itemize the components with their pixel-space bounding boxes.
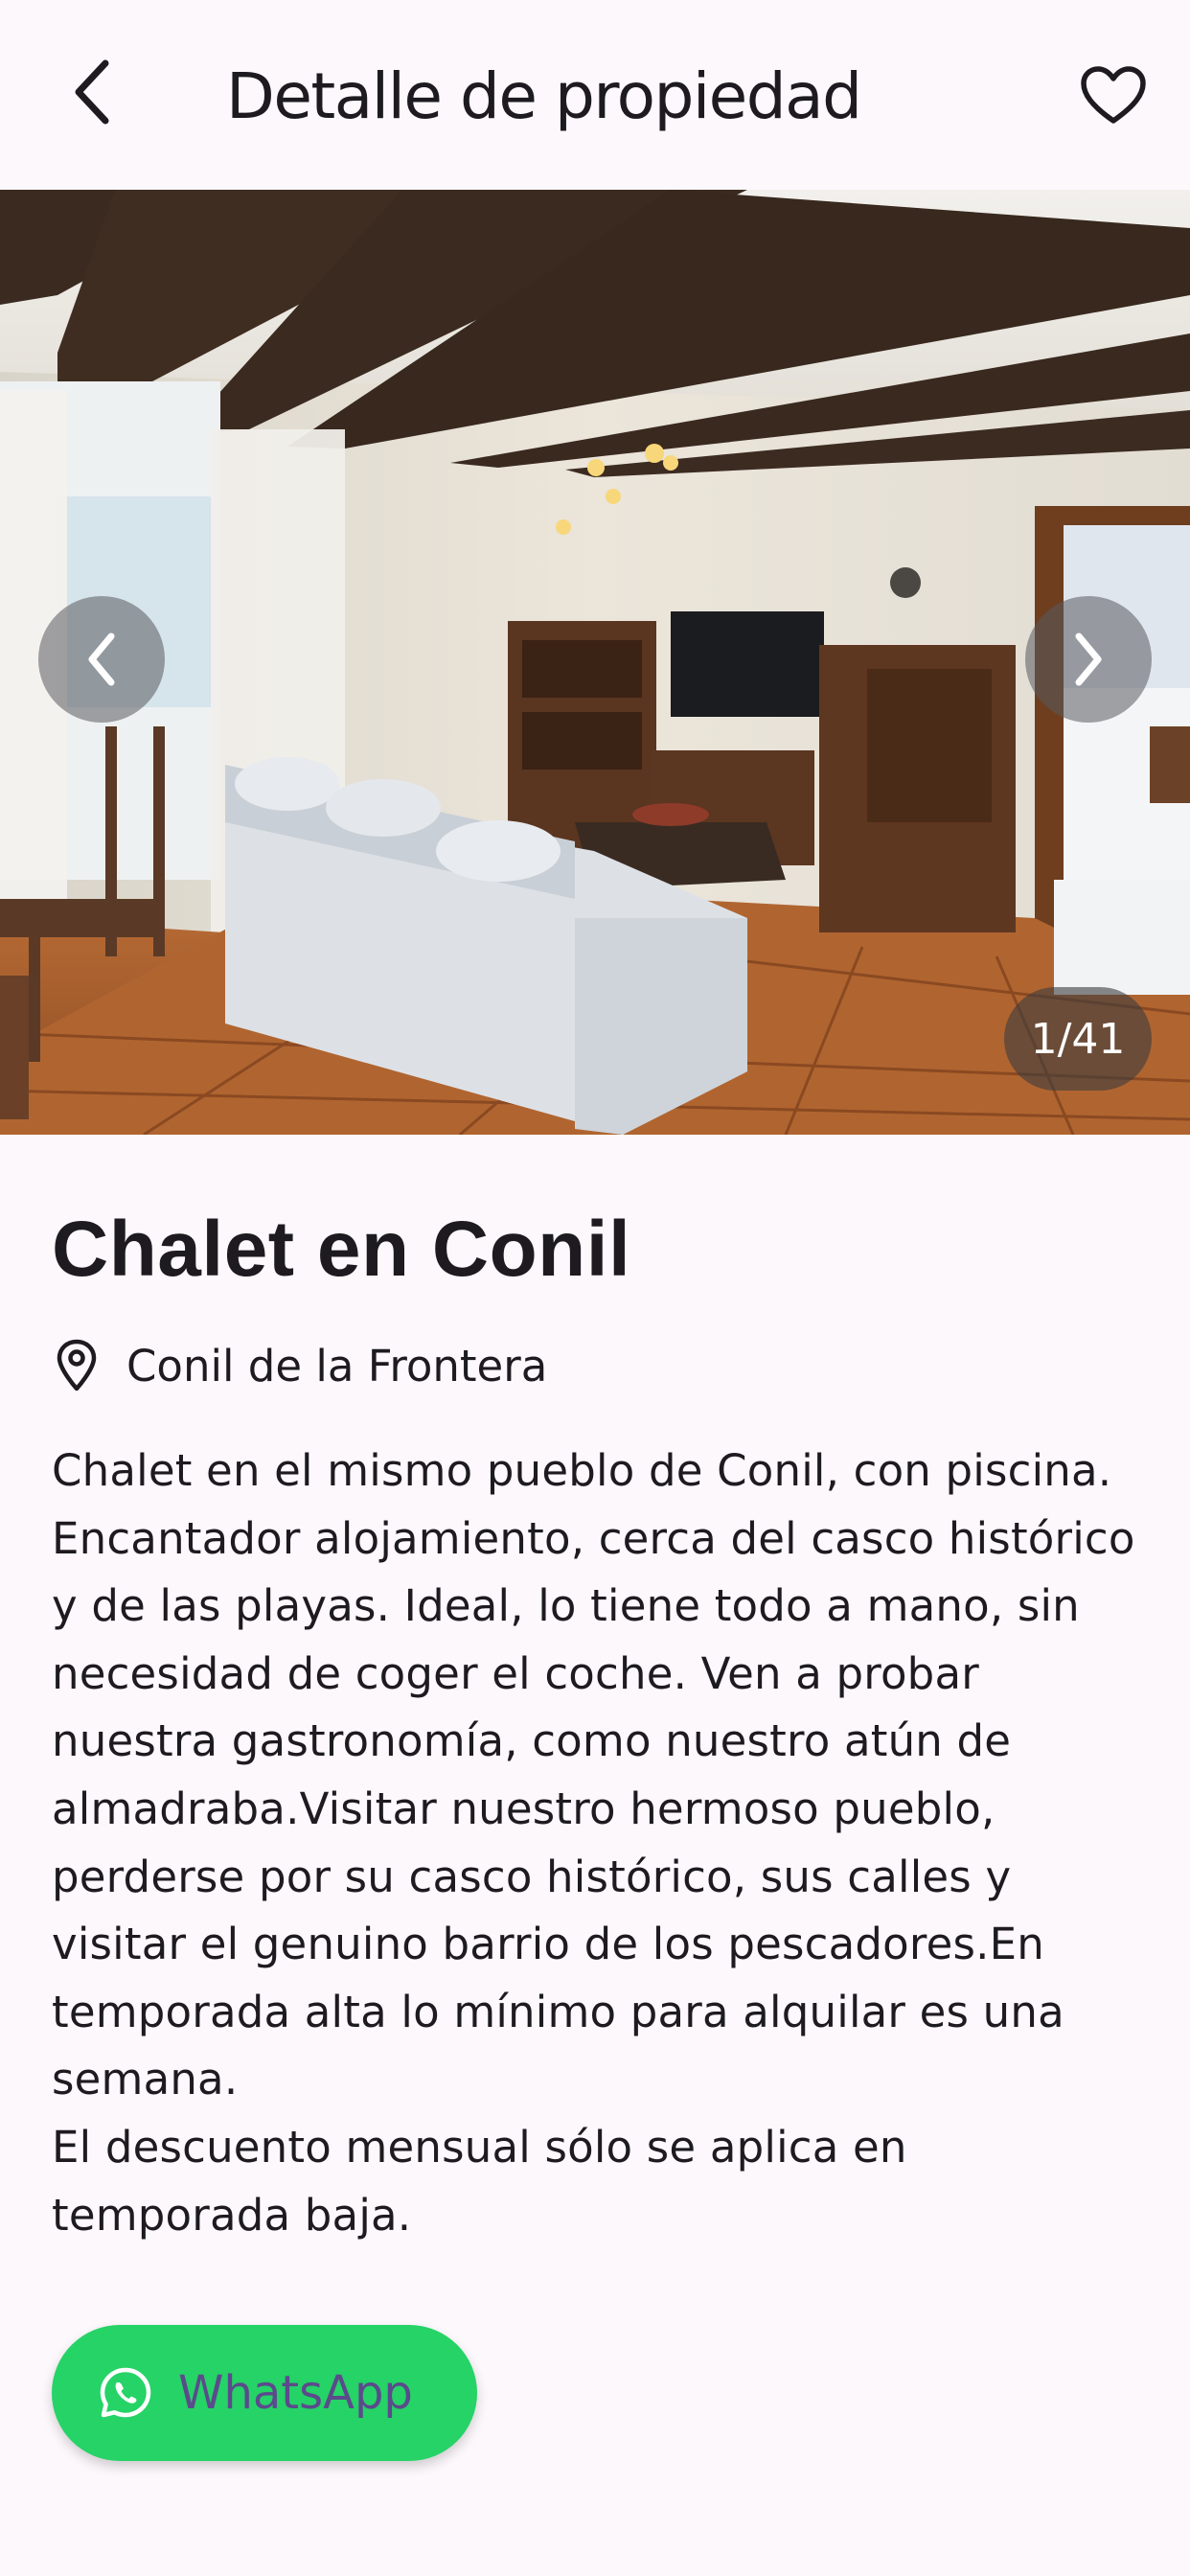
property-location: Conil de la Frontera <box>52 1332 1138 1399</box>
whatsapp-button[interactable]: WhatsApp <box>52 2325 477 2461</box>
property-details: Chalet en Conil Conil de la Frontera Cha… <box>52 1184 1138 2249</box>
property-photo <box>0 190 1190 1135</box>
property-title: Chalet en Conil <box>52 1206 631 1293</box>
page-title: Detalle de propiedad <box>226 59 862 133</box>
arrow-back-icon <box>75 59 109 125</box>
app-bar: Detalle de propiedad <box>0 0 1190 190</box>
whatsapp-label: WhatsApp <box>178 2366 413 2420</box>
previous-photo-button[interactable] <box>38 596 165 723</box>
chevron-left-icon <box>88 632 115 686</box>
chevron-right-icon <box>1075 632 1102 686</box>
location-pin-icon <box>52 1337 102 1394</box>
property-description: Chalet en el mismo pueblo de Conil, con … <box>52 1445 1135 2241</box>
photo-counter: 1/41 <box>1004 987 1152 1091</box>
whatsapp-icon <box>98 2365 153 2421</box>
favorite-button[interactable] <box>1067 50 1159 142</box>
next-photo-button[interactable] <box>1025 596 1152 723</box>
back-button[interactable] <box>46 46 138 138</box>
heart-outline-icon <box>1081 66 1146 124</box>
location-text: Conil de la Frontera <box>126 1340 548 1392</box>
photo-gallery[interactable]: 1/41 <box>0 190 1190 1135</box>
